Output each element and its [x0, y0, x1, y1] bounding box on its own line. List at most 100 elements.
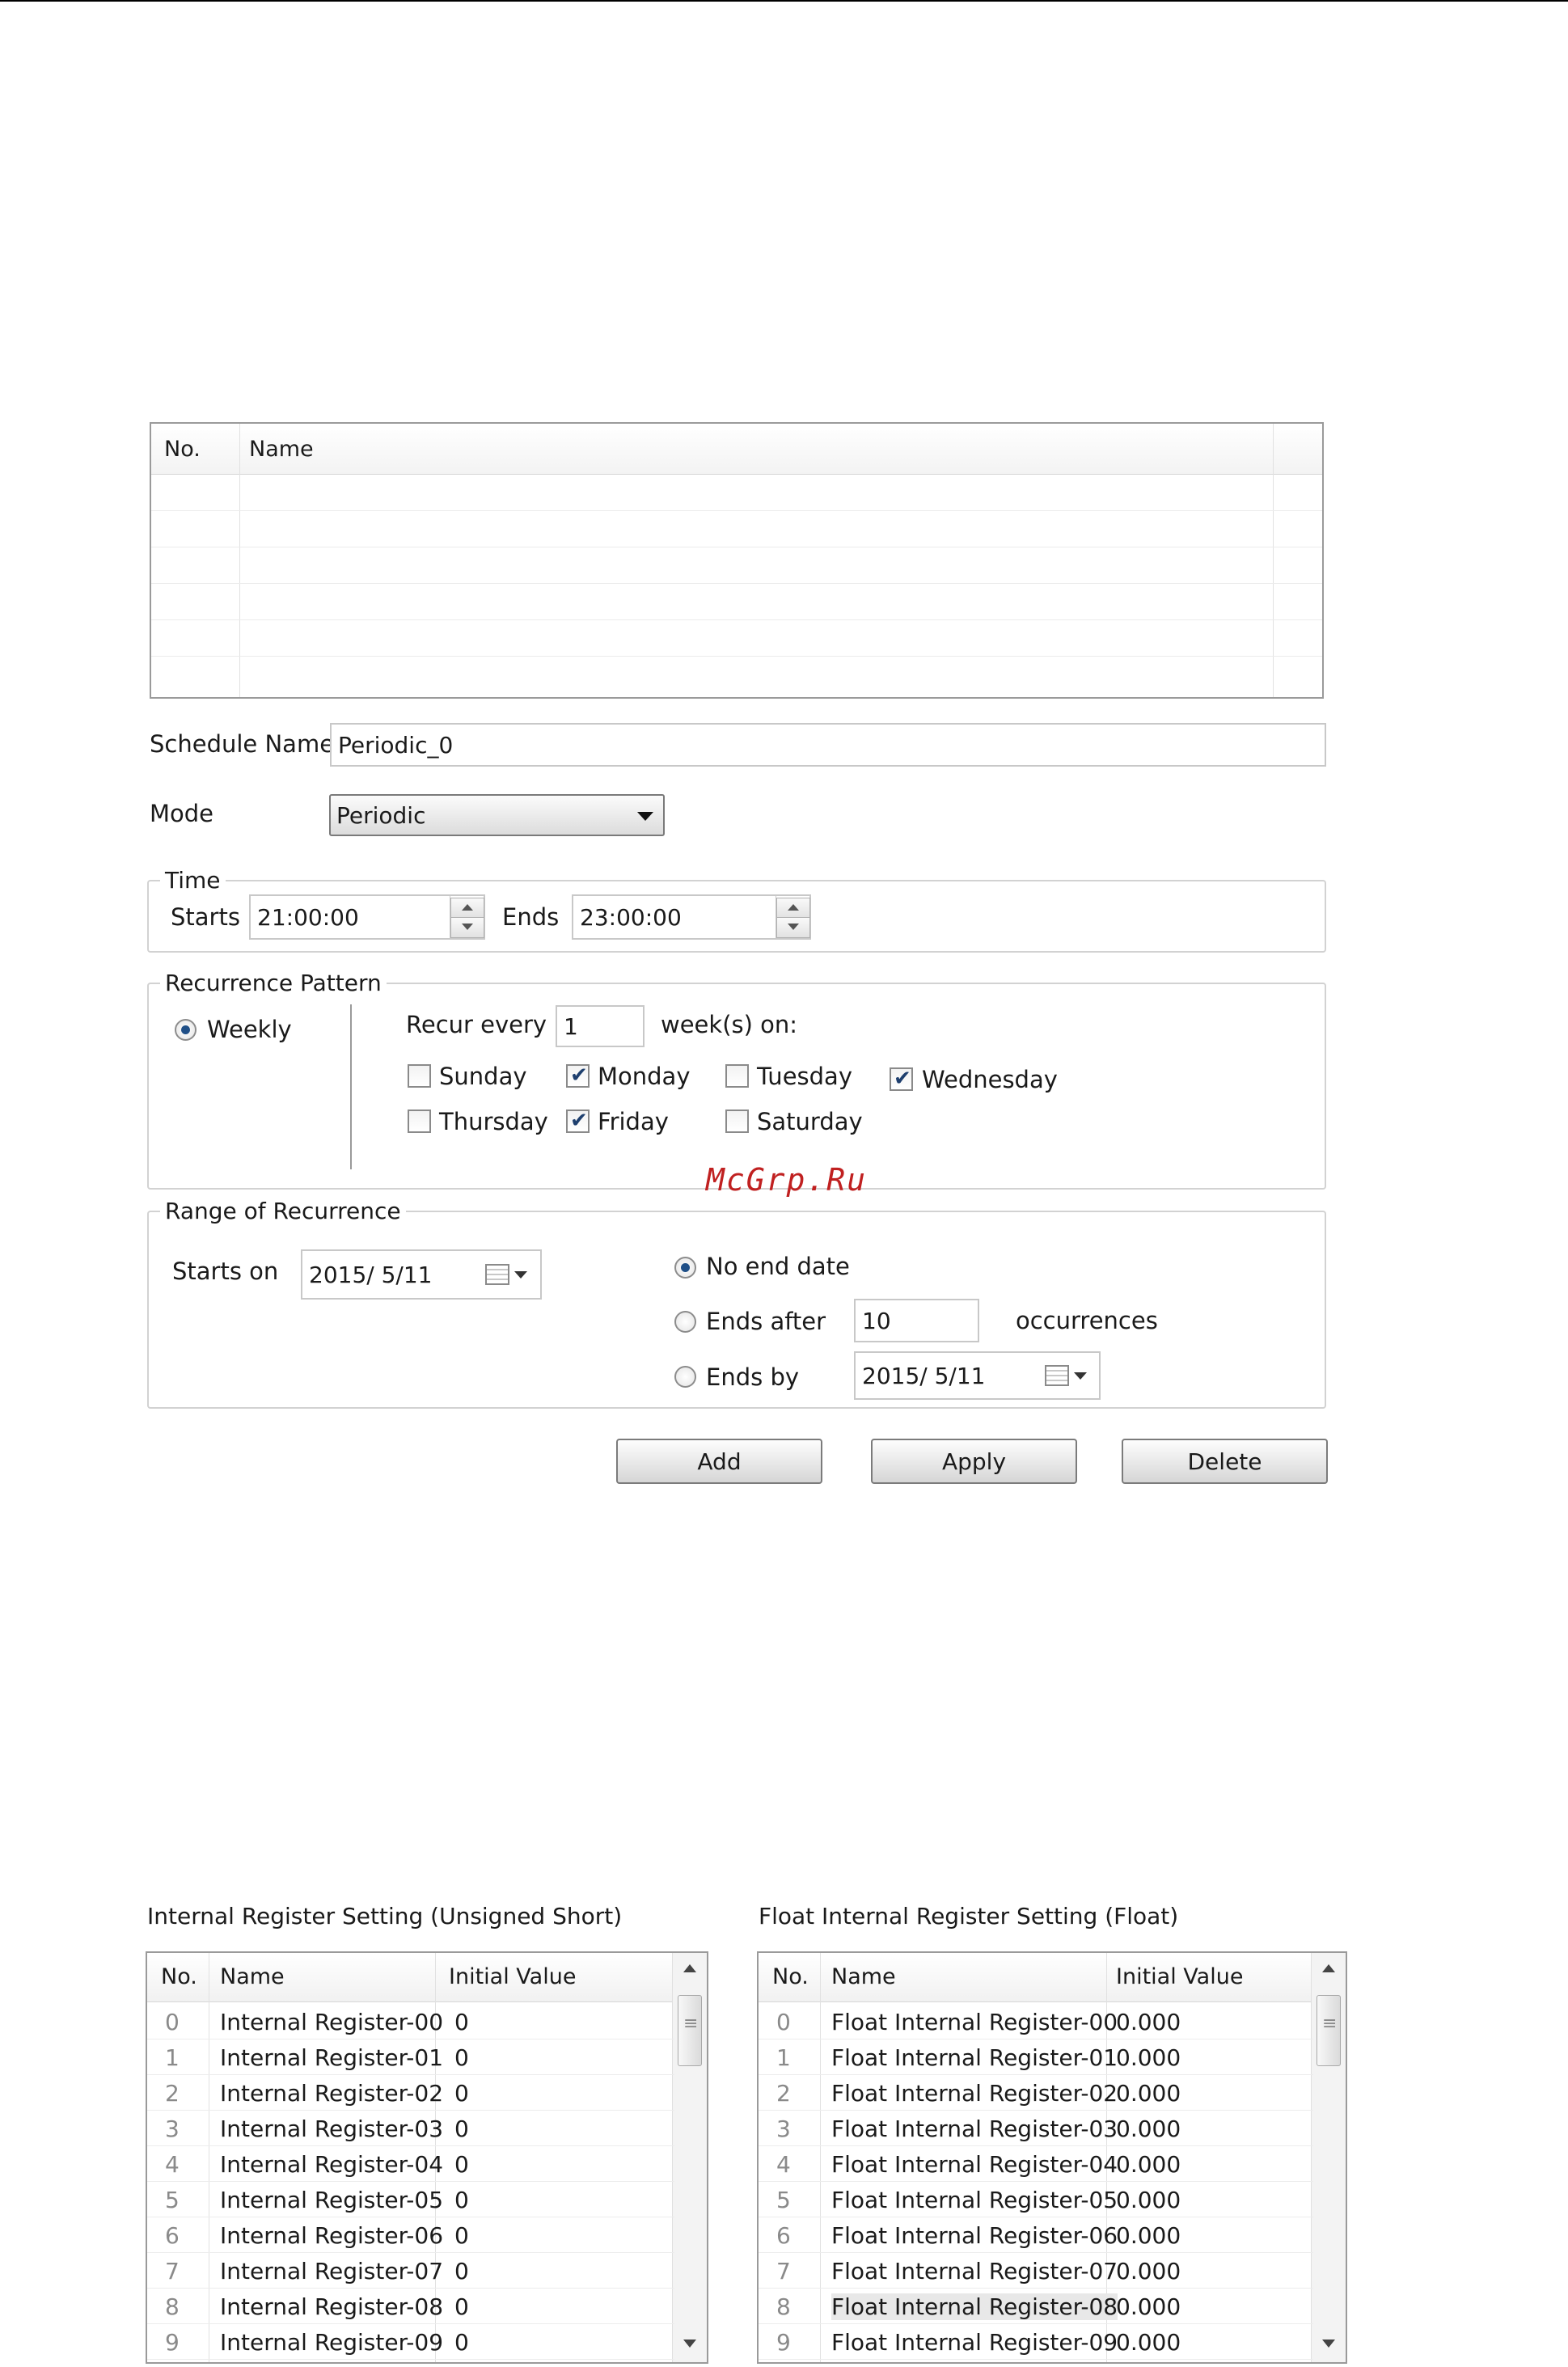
apply-button[interactable]: Apply [871, 1439, 1077, 1484]
table-row[interactable]: 8 Float Internal Register-08 0.000 [759, 2288, 1313, 2324]
table-row[interactable]: 5 Internal Register-05 0 [147, 2181, 674, 2217]
schedule-name-input[interactable]: Periodic_0 [330, 723, 1326, 767]
chevron-down-icon[interactable] [514, 1271, 527, 1279]
schedule-list[interactable]: No. Name [150, 422, 1324, 699]
starts-on-date-picker[interactable]: 2015/ 5/11 [301, 1249, 542, 1300]
row-initial-value[interactable]: 0.000 [1116, 2116, 1181, 2142]
table-row[interactable]: 6 Internal Register-06 0 [147, 2217, 674, 2253]
table-row[interactable]: 9 Float Internal Register-09 0.000 [759, 2323, 1313, 2360]
row-initial-value[interactable]: 0.000 [1116, 2151, 1181, 2178]
row-initial-value[interactable]: 0 [454, 2044, 469, 2071]
row-initial-value[interactable]: 0 [454, 2116, 469, 2142]
spin-down-icon[interactable] [776, 917, 810, 938]
row-initial-value[interactable]: 0 [454, 2258, 469, 2285]
scroll-down-icon[interactable] [1322, 2340, 1335, 2348]
ends-by-radio[interactable] [674, 1366, 696, 1388]
vertical-scrollbar[interactable] [1311, 1953, 1346, 2362]
row-initial-value[interactable]: 0.000 [1116, 2044, 1181, 2071]
row-number: 0 [776, 2009, 791, 2035]
chevron-down-icon[interactable] [1074, 1372, 1087, 1380]
column-header-initial-value[interactable]: Initial Value [1116, 1964, 1243, 1989]
table-row[interactable]: 4 Float Internal Register-04 0.000 [759, 2145, 1313, 2182]
spin-up-icon[interactable] [450, 898, 484, 919]
start-time-value: 21:00:00 [257, 903, 359, 931]
ends-after-input[interactable]: 10 [854, 1299, 979, 1342]
scrollbar-thumb[interactable] [1317, 1995, 1341, 2066]
table-row[interactable]: 7 Float Internal Register-07 0.000 [759, 2252, 1313, 2289]
row-initial-value[interactable]: 0 [454, 2009, 469, 2035]
empty-row [151, 583, 1322, 584]
start-time-spinner[interactable] [450, 896, 485, 938]
column-header-no[interactable]: No. [164, 437, 201, 462]
table-row[interactable]: 4 Internal Register-04 0 [147, 2145, 674, 2182]
friday-checkbox[interactable] [566, 1109, 590, 1133]
table-row[interactable]: 2 Internal Register-02 0 [147, 2074, 674, 2111]
row-initial-value[interactable]: 0.000 [1116, 2329, 1181, 2356]
column-header-name[interactable]: Name [249, 437, 314, 462]
spin-down-icon[interactable] [450, 917, 484, 938]
calendar-icon[interactable] [1045, 1365, 1069, 1386]
add-button[interactable]: Add [616, 1439, 822, 1484]
row-initial-value[interactable]: 0 [454, 2293, 469, 2320]
end-time-spinner[interactable] [776, 896, 811, 938]
mode-select[interactable]: Periodic [329, 794, 665, 836]
column-header-name[interactable]: Name [220, 1964, 285, 1989]
float-register-table[interactable]: No. Name Initial Value 0 Float Internal R… [757, 1951, 1347, 2364]
scrollbar-thumb[interactable] [678, 1995, 702, 2066]
saturday-checkbox[interactable] [725, 1110, 749, 1133]
row-number: 8 [776, 2293, 791, 2320]
table-row[interactable]: 7 Internal Register-07 0 [147, 2252, 674, 2289]
ends-by-date-picker[interactable]: 2015/ 5/11 [854, 1351, 1101, 1400]
scroll-up-icon[interactable] [1322, 1964, 1335, 1972]
internal-register-table[interactable]: No. Name Initial Value 0 Internal Registe… [146, 1951, 708, 2364]
no-end-date-radio[interactable] [674, 1257, 696, 1279]
row-initial-value[interactable]: 0 [454, 2080, 469, 2107]
table-row[interactable]: 3 Float Internal Register-03 0.000 [759, 2110, 1313, 2146]
delete-button[interactable]: Delete [1122, 1439, 1328, 1484]
row-number: 2 [776, 2080, 791, 2107]
recur-every-input[interactable]: 1 [556, 1005, 645, 1047]
table-row[interactable]: 6 Float Internal Register-06 0.000 [759, 2217, 1313, 2253]
thursday-checkbox[interactable] [408, 1110, 431, 1133]
row-initial-value[interactable]: 0.000 [1116, 2258, 1181, 2285]
row-initial-value[interactable]: 0.000 [1116, 2222, 1181, 2249]
end-time-input[interactable]: 23:00:00 [572, 894, 811, 940]
scroll-down-icon[interactable] [683, 2340, 696, 2348]
row-initial-value[interactable]: 0.000 [1116, 2080, 1181, 2107]
table-row[interactable]: 0 Float Internal Register-00 0.000 [759, 2003, 1313, 2039]
row-number: 4 [776, 2151, 791, 2178]
scroll-up-icon[interactable] [683, 1964, 696, 1972]
table-row[interactable]: 0 Internal Register-00 0 [147, 2003, 674, 2039]
row-initial-value[interactable]: 0 [454, 2151, 469, 2178]
weekly-radio[interactable] [175, 1019, 197, 1041]
saturday-label: Saturday [757, 1108, 863, 1135]
column-header-no[interactable]: No. [772, 1964, 809, 1989]
table-row[interactable]: 1 Internal Register-01 0 [147, 2039, 674, 2075]
table-row[interactable]: 2 Float Internal Register-02 0.000 [759, 2074, 1313, 2111]
table-row[interactable]: 5 Float Internal Register-05 0.000 [759, 2181, 1313, 2217]
row-initial-value[interactable]: 0 [454, 2187, 469, 2213]
wednesday-checkbox[interactable] [890, 1067, 913, 1091]
ends-after-radio[interactable] [674, 1311, 696, 1333]
column-header-name[interactable]: Name [831, 1964, 896, 1989]
row-initial-value[interactable]: 0.000 [1116, 2009, 1181, 2035]
row-initial-value[interactable]: 0 [454, 2329, 469, 2356]
spin-up-icon[interactable] [776, 898, 810, 919]
start-time-input[interactable]: 21:00:00 [249, 894, 485, 940]
column-header-no[interactable]: No. [161, 1964, 197, 1989]
table-row[interactable]: 1 Float Internal Register-01 0.000 [759, 2039, 1313, 2075]
row-number: 5 [776, 2187, 791, 2213]
table-row[interactable]: 3 Internal Register-03 0 [147, 2110, 674, 2146]
row-initial-value[interactable]: 0.000 [1116, 2293, 1181, 2320]
calendar-icon[interactable] [485, 1264, 509, 1285]
monday-checkbox[interactable] [566, 1063, 590, 1088]
column-header-initial-value[interactable]: Initial Value [449, 1964, 576, 1989]
row-name: Float Internal Register-05 [831, 2187, 1118, 2213]
table-row[interactable]: 9 Internal Register-09 0 [147, 2323, 674, 2360]
sunday-checkbox[interactable] [408, 1064, 431, 1088]
vertical-scrollbar[interactable] [672, 1953, 707, 2362]
row-initial-value[interactable]: 0 [454, 2222, 469, 2249]
row-initial-value[interactable]: 0.000 [1116, 2187, 1181, 2213]
tuesday-checkbox[interactable] [725, 1064, 749, 1088]
table-row[interactable]: 8 Internal Register-08 0 [147, 2288, 674, 2324]
